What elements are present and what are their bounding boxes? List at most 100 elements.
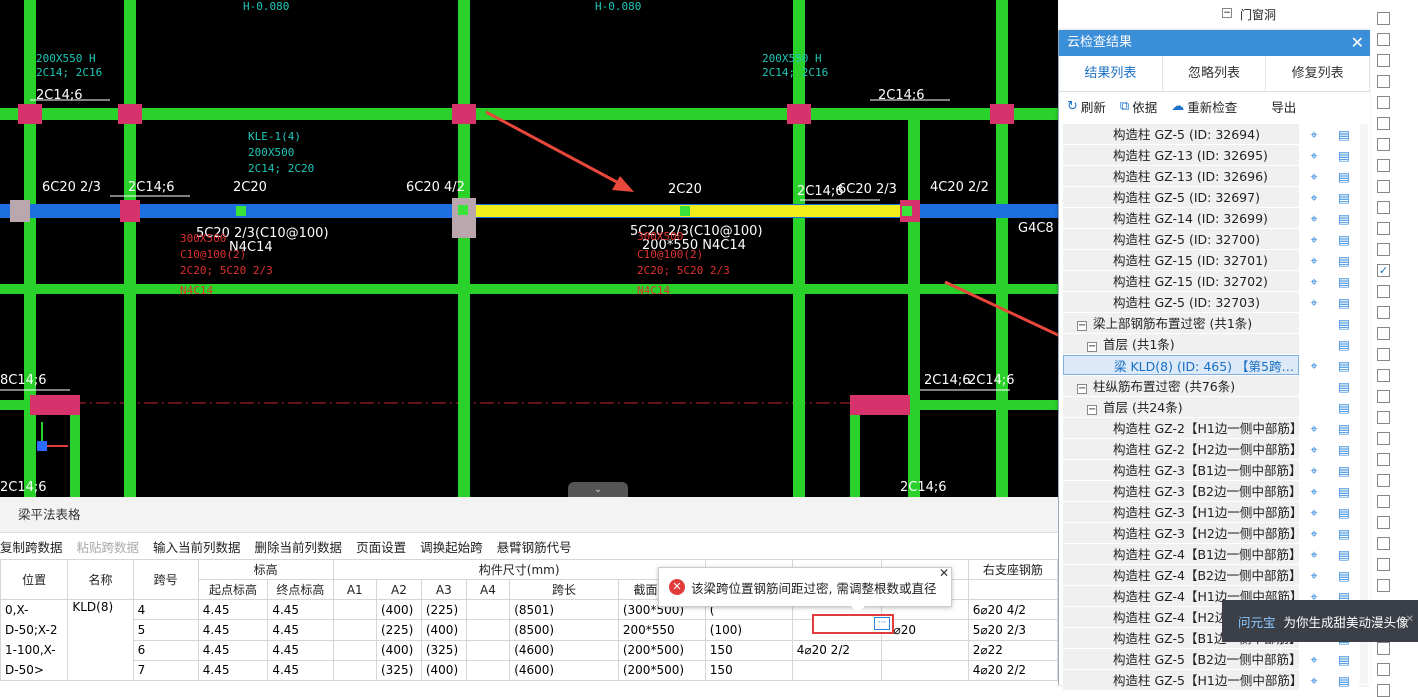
tree-row[interactable]: 构造柱 GZ-2【H1边一侧中部筋】 ⌖ ▤ — [1063, 418, 1359, 439]
locate-icon[interactable]: ⌖ — [1299, 250, 1329, 270]
row-checkbox[interactable] — [1377, 495, 1390, 508]
tree-row[interactable]: 构造柱 GZ-13 (ID: 32696) ⌖ ▤ — [1063, 166, 1359, 187]
tree-row[interactable]: 构造柱 GZ-15 (ID: 32701) ⌖ ▤ — [1063, 250, 1359, 271]
col-span-length[interactable]: 跨长 — [509, 579, 619, 600]
table-cell[interactable]: (400) — [420, 619, 467, 641]
report-icon[interactable]: ▤ — [1329, 187, 1359, 207]
col-a4[interactable]: A4 — [465, 579, 511, 600]
locate-icon[interactable]: ⌖ — [1299, 124, 1329, 144]
export-button[interactable]: 导出 — [1271, 97, 1296, 116]
locate-icon[interactable]: ⌖ — [1299, 502, 1329, 522]
locate-icon[interactable]: ⌖ — [1299, 460, 1329, 480]
close-icon[interactable]: ✕ — [1351, 30, 1364, 56]
locate-icon[interactable]: ⌖ — [1299, 649, 1329, 669]
report-icon[interactable]: ▤ — [1329, 481, 1359, 501]
row-checkbox[interactable] — [1377, 516, 1390, 529]
report-icon[interactable]: ▤ — [1329, 418, 1359, 438]
table-cell[interactable]: (325) — [420, 639, 467, 661]
table-cell[interactable]: 2⌀22 — [967, 639, 1059, 661]
tree-row[interactable]: 构造柱 GZ-5 (ID: 32703) ⌖ ▤ — [1063, 292, 1359, 313]
tree-row[interactable]: − 首层 (共1条) ▤ — [1063, 334, 1359, 355]
row-checkbox[interactable] — [1377, 285, 1390, 298]
toolbar-button[interactable]: 粘贴跨数据 — [77, 537, 140, 556]
locate-icon[interactable] — [1299, 397, 1329, 417]
row-checkbox[interactable] — [1377, 474, 1390, 487]
cad-drawing-canvas[interactable]: 2C14;6 2C14;6 2C20 6C20 2/3 6C20 4/2 2C20 2C14… — [0, 0, 1058, 497]
tree-row[interactable]: 构造柱 GZ-4【B2边一侧中部筋】 ⌖ ▤ — [1063, 565, 1359, 586]
collapse-icon[interactable]: − — [1087, 405, 1097, 415]
table-cell[interactable]: 5⌀20 2/3 — [967, 619, 1059, 641]
table-cell[interactable]: (225) — [376, 619, 422, 641]
toolbar-button[interactable]: 页面设置 — [356, 537, 406, 556]
report-icon[interactable]: ▤ — [1329, 649, 1359, 669]
toolbar-button[interactable]: 删除当前列数据 — [255, 537, 343, 556]
row-checkbox[interactable] — [1377, 432, 1390, 445]
table-cell[interactable]: (100) — [704, 619, 793, 641]
table-cell[interactable]: 4.45 — [267, 639, 334, 661]
basis-button[interactable]: ⧉ 依据 — [1120, 97, 1157, 116]
tab-result-list[interactable]: 结果列表 — [1059, 56, 1163, 91]
tree-row[interactable]: 构造柱 GZ-3【H2边一侧中部筋】 ⌖ ▤ — [1063, 523, 1359, 544]
table-cell[interactable]: 2⌀20 — [880, 619, 969, 641]
locate-icon[interactable]: ⌖ — [1299, 670, 1329, 690]
locate-icon[interactable]: ⌖ — [1299, 292, 1329, 312]
report-icon[interactable]: ▤ — [1329, 334, 1359, 354]
table-cell[interactable]: (200*500) — [617, 659, 706, 682]
report-icon[interactable]: ▤ — [1329, 460, 1359, 480]
toolbar-button[interactable]: 输入当前列数据 — [153, 537, 241, 556]
report-icon[interactable]: ▤ — [1329, 124, 1359, 144]
table-cell[interactable]: 4.45 — [267, 659, 334, 682]
col-name[interactable]: 名称 — [67, 559, 134, 600]
locate-icon[interactable]: ⌖ — [1299, 166, 1329, 186]
table-cell[interactable] — [332, 659, 378, 682]
table-cell[interactable]: (8501) — [509, 598, 619, 621]
locate-icon[interactable]: ⌖ — [1299, 271, 1329, 291]
tree-row[interactable]: 梁 KLD(8) (ID: 465) 【第5跨… ⌖ ▤ — [1063, 355, 1359, 376]
table-cell[interactable]: 4.45 — [197, 598, 269, 621]
row-checkbox[interactable] — [1377, 663, 1390, 676]
table-cell[interactable]: 4.45 — [267, 598, 334, 621]
row-checkbox[interactable] — [1377, 537, 1390, 550]
table-cell[interactable] — [332, 619, 378, 641]
tree-row[interactable]: 构造柱 GZ-3【B2边一侧中部筋】 ⌖ ▤ — [1063, 481, 1359, 502]
row-checkbox[interactable]: ✓ — [1377, 264, 1390, 277]
table-cell[interactable]: 200*550 — [617, 619, 706, 641]
locate-icon[interactable] — [1299, 313, 1329, 333]
locate-icon[interactable] — [1299, 376, 1329, 396]
row-checkbox[interactable] — [1377, 54, 1390, 67]
row-checkbox[interactable] — [1377, 327, 1390, 340]
col-a1[interactable]: A1 — [332, 579, 378, 600]
row-checkbox[interactable] — [1377, 201, 1390, 214]
report-icon[interactable]: ▤ — [1329, 523, 1359, 543]
tree-row[interactable]: 构造柱 GZ-5 (ID: 32694) ⌖ ▤ — [1063, 124, 1359, 145]
toolbar-button[interactable]: 调换起始跨 — [420, 537, 483, 556]
recheck-button[interactable]: ☁ 重新检查 — [1171, 97, 1237, 116]
tab-ignore-list[interactable]: 忽略列表 — [1163, 56, 1267, 91]
report-icon[interactable]: ▤ — [1329, 544, 1359, 564]
row-checkbox[interactable] — [1377, 222, 1390, 235]
col-size[interactable]: 构件尺寸(mm) — [332, 559, 706, 580]
more-icon[interactable]: ··· — [874, 617, 890, 630]
row-checkbox[interactable] — [1377, 33, 1390, 46]
table-cell[interactable]: (4600) — [509, 639, 619, 661]
refresh-button[interactable]: ↻ 刷新 — [1067, 97, 1106, 116]
collapse-icon[interactable]: − — [1077, 384, 1087, 394]
collapse-icon[interactable]: − — [1087, 342, 1097, 352]
tree-row[interactable]: 构造柱 GZ-14 (ID: 32699) ⌖ ▤ — [1063, 208, 1359, 229]
table-cell[interactable]: (225) — [420, 598, 467, 621]
table-cell[interactable] — [465, 659, 511, 682]
tree-row[interactable]: 构造柱 GZ-15 (ID: 32702) ⌖ ▤ — [1063, 271, 1359, 292]
col-start-elev[interactable]: 起点标高 — [197, 579, 269, 600]
table-cell[interactable]: 150 — [704, 659, 793, 682]
tree-row[interactable]: − 梁上部钢筋布置过密 (共1条) ▤ — [1063, 313, 1359, 334]
report-icon[interactable]: ▤ — [1329, 439, 1359, 459]
tree-row[interactable]: − 柱纵筋布置过密 (共76条) ▤ — [1063, 376, 1359, 397]
table-row[interactable]: 5 4.45 4.45 (225) (400) (8500) 200*550 (100) 2⌀2… — [1, 619, 1059, 641]
col-end-elev[interactable]: 终点标高 — [267, 579, 334, 600]
table-cell[interactable] — [332, 639, 378, 661]
locate-icon[interactable]: ⌖ — [1299, 418, 1329, 438]
row-checkbox[interactable] — [1377, 642, 1390, 655]
row-checkbox[interactable] — [1377, 684, 1390, 697]
table-cell[interactable]: 4⌀20 2/2 — [967, 659, 1059, 682]
row-checkbox[interactable] — [1377, 411, 1390, 424]
